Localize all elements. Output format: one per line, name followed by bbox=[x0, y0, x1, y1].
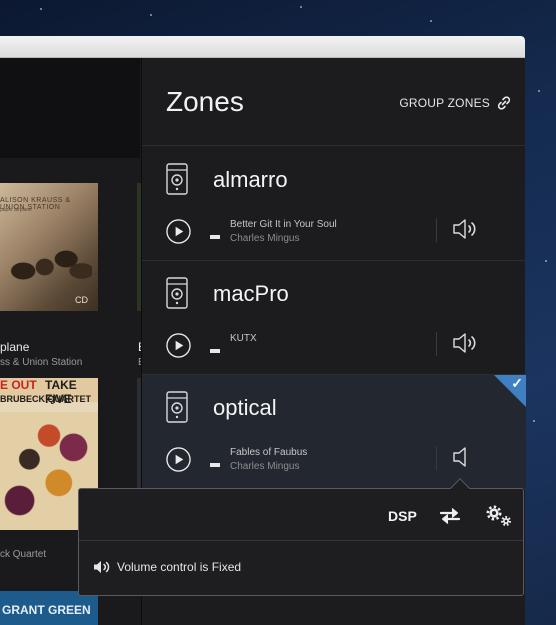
track-title: KUTX bbox=[230, 333, 257, 344]
album-cover-text: E OUT bbox=[0, 378, 37, 392]
volume-icon[interactable] bbox=[452, 331, 480, 355]
zone-row-macpro[interactable]: macPro KUTX bbox=[142, 261, 526, 375]
album-art bbox=[6, 223, 92, 303]
cd-badge: CD bbox=[75, 295, 88, 305]
album-artist[interactable]: ck Quartet bbox=[0, 549, 46, 560]
link-icon bbox=[497, 96, 511, 110]
track-title: Better Git It in Your Soul bbox=[230, 219, 337, 230]
album-cover-text: BRUBECK QUARTET bbox=[0, 394, 91, 404]
zone-row-optical[interactable]: ✓ optical Fables of Faubus Charles Mingu… bbox=[142, 375, 526, 489]
dsp-button[interactable]: DSP bbox=[388, 508, 417, 524]
play-icon[interactable] bbox=[166, 219, 191, 244]
star bbox=[545, 260, 547, 262]
divider bbox=[436, 332, 437, 356]
play-icon[interactable] bbox=[166, 333, 191, 358]
popover-toolbar: DSP bbox=[79, 489, 523, 541]
group-zones-label: GROUP ZONES bbox=[399, 96, 490, 110]
album-cover[interactable]: ALISON KRAUSS & UNION STATION paper airp… bbox=[0, 183, 98, 311]
group-zones-button[interactable]: GROUP ZONES bbox=[399, 94, 512, 112]
star bbox=[538, 90, 540, 92]
volume-level-indicator bbox=[210, 349, 220, 353]
star bbox=[430, 20, 432, 22]
volume-icon[interactable] bbox=[452, 217, 480, 241]
star bbox=[300, 6, 302, 8]
transfer-icon[interactable] bbox=[438, 506, 462, 526]
divider bbox=[436, 218, 437, 242]
album-cover-text: GRANT GREEN bbox=[2, 603, 91, 617]
zone-settings-popover: DSP Volume control is Fixed bbox=[78, 478, 524, 596]
speaker-icon bbox=[166, 391, 188, 423]
album-cover[interactable]: GRANT GREEN bbox=[0, 591, 98, 625]
window-titlebar[interactable] bbox=[0, 36, 525, 58]
track-title: Fables of Faubus bbox=[230, 447, 308, 458]
star bbox=[40, 8, 42, 10]
track-artist: Charles Mingus bbox=[230, 233, 300, 244]
speaker-icon bbox=[166, 277, 188, 309]
album-artist[interactable]: ss & Union Station bbox=[0, 357, 82, 368]
zone-name: optical bbox=[213, 395, 277, 420]
checkmark-icon: ✓ bbox=[511, 375, 523, 391]
volume-message-text: Volume control is Fixed bbox=[117, 560, 242, 574]
zones-header: Zones GROUP ZONES bbox=[142, 58, 526, 146]
zone-name: almarro bbox=[213, 167, 288, 192]
gear-icon[interactable] bbox=[484, 504, 514, 528]
volume-level-indicator bbox=[210, 463, 220, 467]
album-cover-subtext: paper airplane bbox=[0, 207, 32, 213]
star bbox=[150, 14, 152, 16]
star bbox=[533, 420, 535, 422]
zone-name: macPro bbox=[213, 281, 289, 306]
volume-message: Volume control is Fixed bbox=[93, 560, 241, 574]
volume-fixed-icon[interactable] bbox=[452, 445, 480, 469]
library-header bbox=[0, 58, 140, 158]
divider bbox=[436, 446, 437, 470]
zone-row-almarro[interactable]: almarro Better Git It in Your Soul Charl… bbox=[142, 147, 526, 261]
track-artist: Charles Mingus bbox=[230, 461, 300, 472]
volume-icon bbox=[94, 561, 110, 573]
volume-level-indicator bbox=[210, 235, 220, 239]
play-icon[interactable] bbox=[166, 447, 191, 472]
speaker-icon bbox=[166, 163, 188, 195]
zones-title: Zones bbox=[166, 86, 244, 117]
album-title[interactable]: plane bbox=[0, 340, 29, 354]
